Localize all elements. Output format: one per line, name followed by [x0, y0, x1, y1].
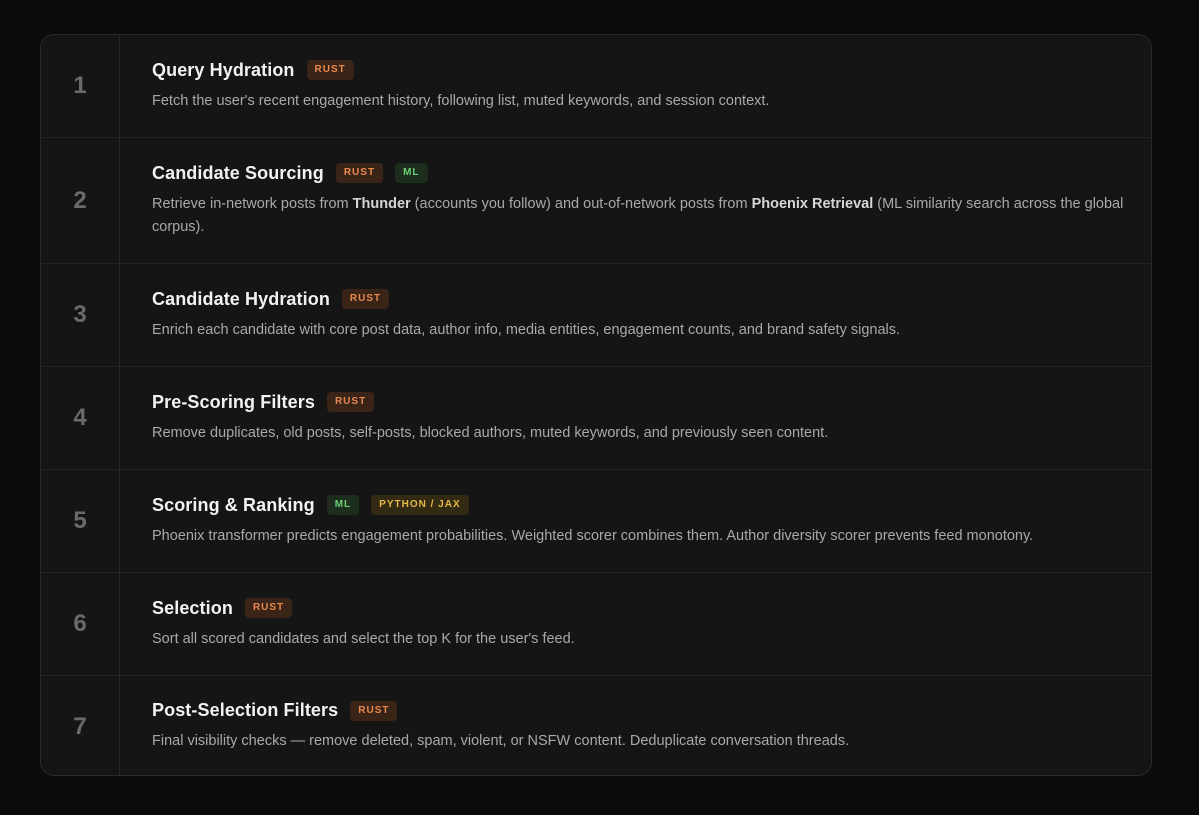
- step-description: Retrieve in-network posts from Thunder (…: [152, 193, 1127, 239]
- description-text: Final visibility checks — remove deleted…: [152, 733, 850, 749]
- description-text: Phoenix transformer predicts engagement …: [152, 527, 1034, 544]
- step-description: Remove duplicates, old posts, self-posts…: [152, 422, 1127, 445]
- step-number: 1: [41, 35, 120, 137]
- step-title-row: Post-Selection Filters RUST: [152, 700, 1127, 721]
- description-text: Fetch the user's recent engagement histo…: [152, 92, 770, 109]
- rust-badge: RUST: [350, 700, 398, 721]
- step-title: Candidate Sourcing: [152, 162, 324, 183]
- step-number: 2: [41, 138, 120, 263]
- rust-badge: RUST: [326, 392, 375, 412]
- rust-badge: RUST: [341, 289, 390, 309]
- step-title: Selection: [152, 597, 233, 618]
- step-title: Query Hydration: [152, 59, 295, 80]
- pipeline-step: 7 Post-Selection Filters RUST Final visibil…: [41, 676, 1151, 775]
- step-title: Scoring & Ranking: [152, 494, 315, 515]
- ml-badge: ML: [395, 163, 428, 183]
- pipeline-steps-panel: 1 Query Hydration RUST Fetch the user's rec…: [40, 34, 1152, 776]
- step-title-row: Candidate Hydration RUST: [152, 289, 1127, 310]
- step-title: Candidate Hydration: [152, 288, 330, 309]
- step-title-row: Scoring & Ranking ML PYTHON / JAX: [152, 495, 1127, 516]
- description-text: Enrich each candidate with core post dat…: [152, 321, 901, 338]
- pipeline-step: 6 Selection RUST Sort all scored candidates…: [41, 573, 1151, 676]
- description-text: Remove duplicates, old posts, self-posts…: [152, 424, 829, 441]
- step-content: Pre-Scoring Filters RUST Remove duplicates…: [120, 367, 1151, 469]
- pipeline-step: 1 Query Hydration RUST Fetch the user's rec…: [41, 35, 1151, 138]
- rust-badge: RUST: [335, 163, 384, 183]
- step-description: Fetch the user's recent engagement histo…: [152, 90, 1127, 113]
- step-content: Selection RUST Sort all scored candidates …: [120, 573, 1151, 675]
- step-description: Final visibility checks — remove deleted…: [152, 730, 1127, 753]
- step-description: Sort all scored candidates and select th…: [152, 628, 1127, 651]
- step-number: 3: [41, 264, 120, 366]
- pipeline-step: 5 Scoring & Ranking ML PYTHON / JAX Phoenix …: [41, 470, 1151, 573]
- pipeline-step: 3 Candidate Hydration RUST Enrich each cand…: [41, 264, 1151, 367]
- step-content: Post-Selection Filters RUST Final visibili…: [120, 676, 1151, 775]
- step-title-row: Pre-Scoring Filters RUST: [152, 392, 1127, 413]
- step-title: Pre-Scoring Filters: [152, 391, 315, 412]
- step-description: Enrich each candidate with core post dat…: [152, 319, 1127, 342]
- description-text: (accounts you follow) and out-of-network…: [410, 195, 752, 212]
- step-content: Scoring & Ranking ML PYTHON / JAX Phoenix t…: [120, 470, 1151, 572]
- highlighted-term: Thunder: [352, 195, 411, 212]
- step-content: Candidate Hydration RUST Enrich each candi…: [120, 264, 1151, 366]
- step-description: Phoenix transformer predicts engagement …: [152, 525, 1127, 548]
- step-title-row: Candidate Sourcing RUST ML: [152, 163, 1127, 184]
- rust-badge: RUST: [306, 60, 354, 80]
- step-title-row: Query Hydration RUST: [152, 60, 1127, 81]
- rust-badge: RUST: [244, 598, 293, 618]
- step-number: 5: [41, 470, 120, 572]
- highlighted-term: Phoenix Retrieval: [751, 195, 874, 212]
- pipeline-step: 2 Candidate Sourcing RUST ML Retrieve in-net…: [41, 138, 1151, 264]
- pipeline-step: 4 Pre-Scoring Filters RUST Remove duplicate…: [41, 367, 1151, 470]
- step-number: 6: [41, 573, 120, 675]
- description-text: Retrieve in-network posts from: [152, 195, 353, 212]
- step-number: 4: [41, 367, 120, 469]
- description-text: Sort all scored candidates and select th…: [152, 630, 575, 647]
- step-content: Candidate Sourcing RUST ML Retrieve in-netw…: [120, 138, 1151, 263]
- step-content: Query Hydration RUST Fetch the user's rece…: [120, 35, 1151, 137]
- ml-badge: ML: [326, 495, 360, 515]
- step-title: Post-Selection Filters: [152, 700, 339, 720]
- step-number: 7: [41, 676, 120, 775]
- step-title-row: Selection RUST: [152, 598, 1127, 619]
- py-badge: PYTHON / JAX: [371, 495, 469, 515]
